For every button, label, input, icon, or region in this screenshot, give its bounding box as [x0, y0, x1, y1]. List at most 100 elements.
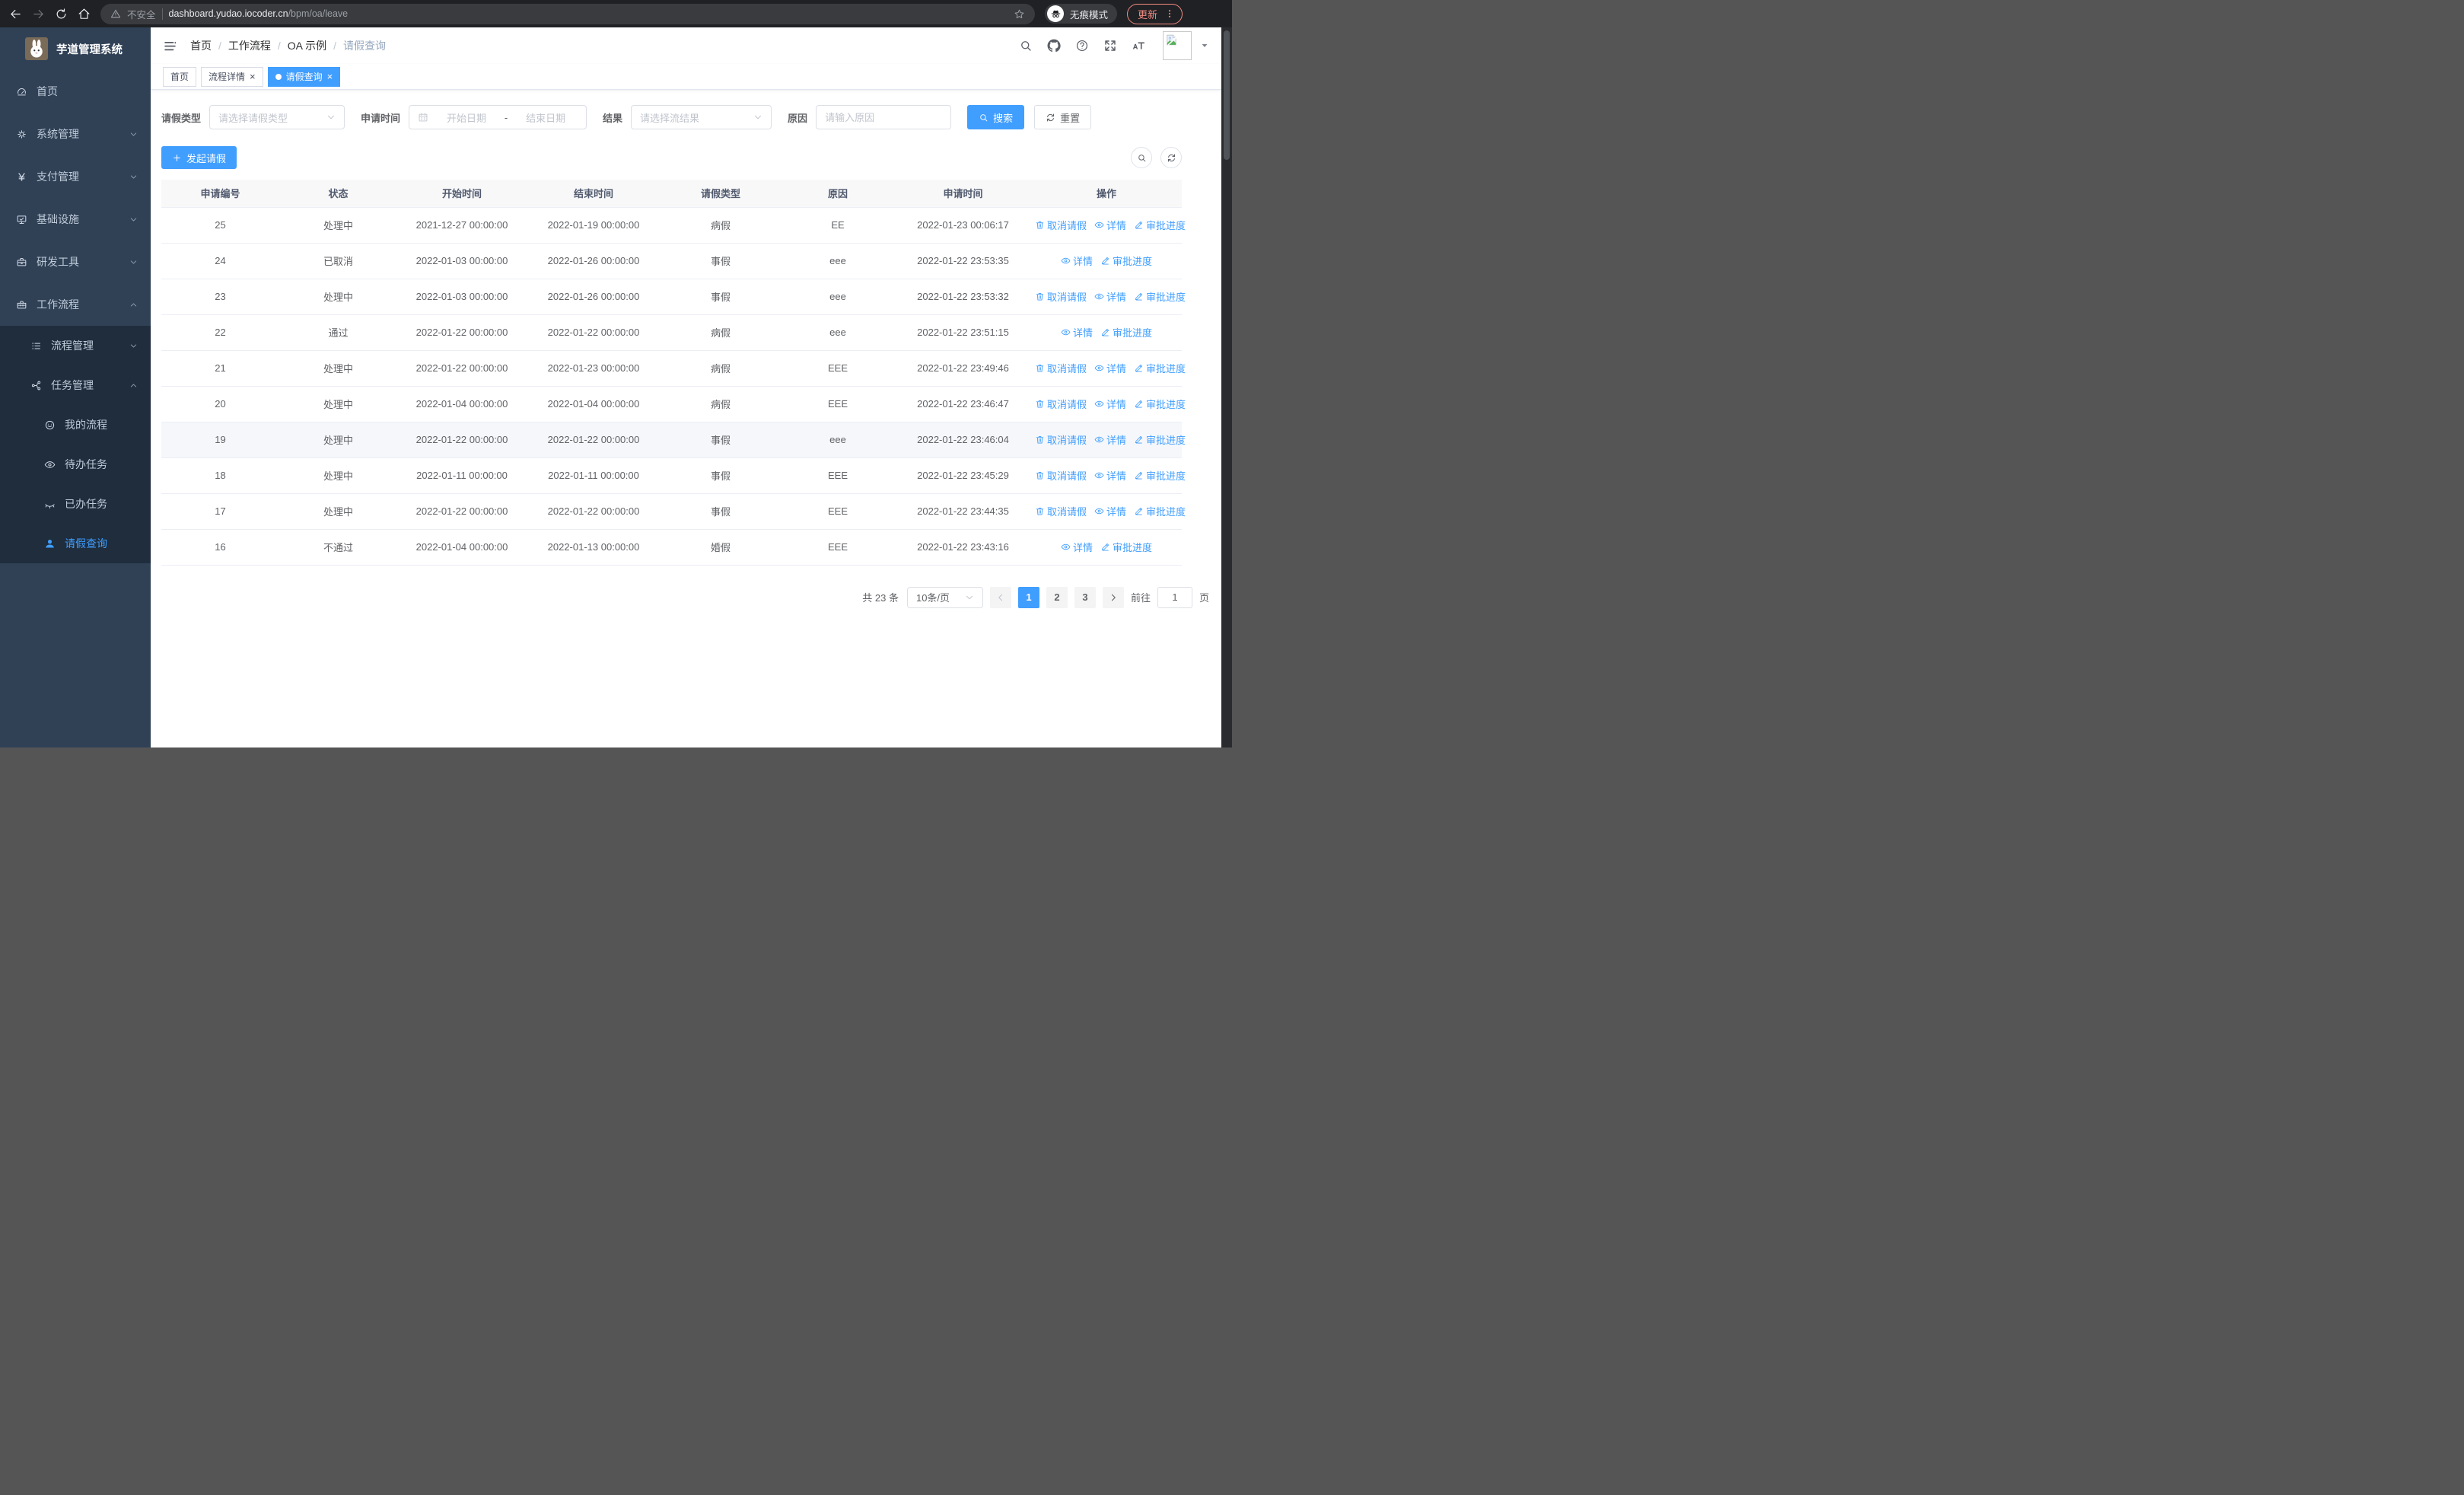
action-progress-link[interactable]: 审批进度: [1134, 289, 1186, 304]
avatar[interactable]: [1163, 31, 1192, 60]
action-label: 详情: [1072, 542, 1093, 553]
tab-leave-query[interactable]: 请假查询 ×: [267, 66, 341, 87]
action-detail-link[interactable]: 详情: [1094, 504, 1126, 518]
sidebar-item-task-mgmt[interactable]: 任务管理: [0, 365, 151, 405]
cell-status: 不通过: [279, 529, 397, 566]
sidebar-item-done-task[interactable]: 已办任务: [0, 484, 151, 524]
page-button-2[interactable]: 2: [1046, 586, 1068, 608]
sidebar-item-leave-query[interactable]: 请假查询: [0, 524, 151, 563]
action-progress-link[interactable]: 审批进度: [1100, 540, 1152, 554]
content: 请假类型 请选择请假类型 申请时间 开始日期 - 结束日期 结果 请选择流结果 …: [151, 90, 1221, 748]
type-select[interactable]: 请选择请假类型: [209, 105, 345, 129]
browser-menu-icon[interactable]: [1164, 8, 1175, 19]
sidebar-item-home[interactable]: 首页: [0, 70, 151, 113]
sidebar-item-process-mgmt[interactable]: 流程管理: [0, 326, 151, 365]
home-icon[interactable]: [78, 8, 91, 21]
action-progress-link[interactable]: 审批进度: [1134, 468, 1186, 483]
action-detail-link[interactable]: 详情: [1061, 325, 1093, 339]
cell-status: 处理中: [279, 422, 397, 458]
cell-reason: EE: [781, 207, 895, 244]
search-icon[interactable]: [1019, 39, 1033, 53]
sidebar-item-my-process[interactable]: 我的流程: [0, 405, 151, 445]
action-detail-link[interactable]: 详情: [1094, 361, 1126, 375]
action-detail-link[interactable]: 详情: [1094, 397, 1126, 411]
close-icon[interactable]: ×: [327, 72, 333, 81]
action-progress-link[interactable]: 审批进度: [1100, 325, 1152, 339]
action-label: 审批进度: [1146, 506, 1186, 518]
search-icon: [979, 113, 988, 123]
help-icon[interactable]: [1075, 39, 1089, 53]
action-cancel-link[interactable]: 取消请假: [1035, 397, 1087, 411]
search-button[interactable]: 搜索: [967, 105, 1025, 129]
toggle-search-button[interactable]: [1131, 147, 1152, 168]
action-progress-link[interactable]: 审批进度: [1100, 253, 1152, 268]
cell-actions: 详情 审批进度: [1031, 529, 1182, 566]
action-progress-link[interactable]: 审批进度: [1134, 504, 1186, 518]
cell-apply-time: 2022-01-22 23:46:47: [895, 386, 1031, 422]
action-cancel-link[interactable]: 取消请假: [1035, 218, 1087, 232]
cell-end-time: 2022-01-26 00:00:00: [527, 243, 661, 279]
action-detail-link[interactable]: 详情: [1094, 218, 1126, 232]
scrollbar[interactable]: [1221, 27, 1232, 748]
action-progress-link[interactable]: 审批进度: [1134, 397, 1186, 411]
sidebar-item-devtools[interactable]: 研发工具: [0, 241, 151, 283]
result-select[interactable]: 请选择流结果: [631, 105, 772, 129]
action-cancel-link[interactable]: 取消请假: [1035, 432, 1087, 447]
action-detail-link[interactable]: 详情: [1061, 253, 1093, 268]
sidebar-item-todo-task[interactable]: 待办任务: [0, 445, 151, 484]
avatar-caret-icon[interactable]: [1200, 41, 1209, 50]
action-detail-link[interactable]: 详情: [1094, 432, 1126, 447]
action-detail-link[interactable]: 详情: [1094, 289, 1126, 304]
action-detail-link[interactable]: 详情: [1094, 468, 1126, 483]
action-cancel-link[interactable]: 取消请假: [1035, 468, 1087, 483]
breadcrumb-item[interactable]: OA 示例: [288, 38, 326, 53]
address-bar[interactable]: 不安全 dashboard.yudao.iocoder.cn/bpm/oa/le…: [100, 3, 1035, 24]
font-size-icon[interactable]: [1132, 39, 1145, 53]
hamburger-icon[interactable]: [163, 39, 177, 53]
sidebar-item-workflow[interactable]: 工作流程: [0, 283, 151, 326]
github-icon[interactable]: [1047, 39, 1061, 53]
bookmark-star-icon[interactable]: [1014, 8, 1025, 20]
action-progress-link[interactable]: 审批进度: [1134, 218, 1186, 232]
action-detail-link[interactable]: 详情: [1061, 540, 1093, 554]
back-icon[interactable]: [9, 8, 22, 21]
column-header: 请假类型: [661, 180, 781, 208]
breadcrumb-item[interactable]: 工作流程: [228, 38, 271, 53]
action-cancel-link[interactable]: 取消请假: [1035, 361, 1087, 375]
action-progress-link[interactable]: 审批进度: [1134, 432, 1186, 447]
cell-reason: eee: [781, 243, 895, 279]
cell-id: 23: [161, 279, 279, 315]
page-button-1[interactable]: 1: [1017, 586, 1039, 608]
forward-icon[interactable]: [32, 8, 45, 21]
eye-icon: [1061, 327, 1071, 337]
tab-label: 请假查询: [285, 72, 323, 82]
reload-icon[interactable]: [55, 8, 68, 21]
action-progress-link[interactable]: 审批进度: [1134, 361, 1186, 375]
create-leave-button[interactable]: 发起请假: [161, 146, 237, 169]
reset-button[interactable]: 重置: [1034, 105, 1092, 129]
refresh-table-button[interactable]: [1160, 147, 1182, 168]
action-cancel-link[interactable]: 取消请假: [1035, 504, 1087, 518]
tab-process-detail[interactable]: 流程详情 ×: [201, 66, 263, 87]
fullscreen-icon[interactable]: [1103, 39, 1117, 53]
tab-home[interactable]: 首页: [163, 66, 197, 87]
reason-input[interactable]: [816, 105, 952, 129]
page-button-3[interactable]: 3: [1074, 586, 1096, 608]
goto-page-input[interactable]: [1157, 586, 1192, 608]
scrollbar-thumb[interactable]: [1224, 30, 1230, 160]
tags-view: 首页 流程详情 × 请假查询 ×: [151, 64, 1221, 90]
page-size-select[interactable]: 10条/页: [906, 586, 983, 608]
cell-reason: EEE: [781, 457, 895, 494]
close-icon[interactable]: ×: [250, 72, 256, 81]
cell-end-time: 2022-01-22 00:00:00: [527, 314, 661, 351]
prev-page-button[interactable]: [989, 586, 1011, 608]
update-button[interactable]: 更新: [1127, 3, 1183, 24]
next-page-button[interactable]: [1102, 586, 1124, 608]
breadcrumb-item[interactable]: 首页: [190, 38, 212, 53]
sidebar-item-payment[interactable]: 支付管理: [0, 155, 151, 198]
date-range-picker[interactable]: 开始日期 - 结束日期: [409, 105, 587, 129]
sidebar-item-system[interactable]: 系统管理: [0, 113, 151, 155]
sidebar-item-infra[interactable]: 基础设施: [0, 198, 151, 241]
action-cancel-link[interactable]: 取消请假: [1035, 289, 1087, 304]
pencil-icon: [1100, 327, 1110, 337]
